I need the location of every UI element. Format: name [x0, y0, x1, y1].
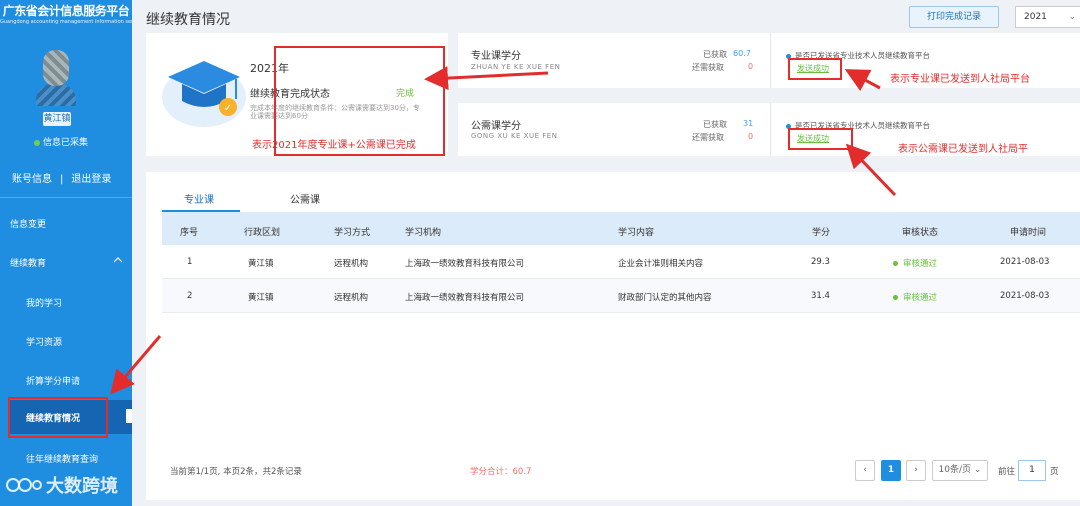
avatar-head — [43, 50, 69, 86]
annotation-box-nav — [8, 397, 108, 438]
professional-title: 专业课学分 — [471, 51, 521, 62]
goto-label: 前往 — [998, 467, 1016, 477]
logout-link[interactable]: 退出登录 — [71, 174, 111, 185]
public-remaining-value: 0 — [748, 132, 754, 141]
cell-date: 2021-08-03 — [1000, 291, 1050, 301]
nav-continuing-edu[interactable]: 继续教育 — [10, 256, 46, 269]
graduation-cap-icon: ✓ — [162, 61, 246, 127]
col-date: 申请时间 — [1010, 228, 1047, 238]
cell-credit: 31.4 — [811, 291, 830, 301]
app-title: 广东省会计信息服务平台 — [2, 4, 130, 18]
success-dot-icon — [893, 295, 898, 300]
cell-content: 财政部门认定的其他内容 — [618, 293, 712, 303]
col-status: 审核状态 — [902, 228, 939, 238]
cell-mode: 远程机构 — [334, 259, 369, 269]
col-region: 行政区划 — [244, 228, 281, 238]
chevron-down-icon: ⌄ — [973, 465, 982, 475]
public-title: 公需课学分 — [471, 121, 521, 132]
cell-status: 审核通过 — [893, 291, 937, 303]
collected-label: 信息已采集 — [43, 138, 89, 148]
page-size-select[interactable]: 10条/页 ⌄ — [932, 460, 988, 481]
annotation-note-completion: 表示2021年度专业课+公需课已完成 — [252, 140, 416, 151]
col-content: 学习内容 — [618, 228, 655, 238]
prev-page-button[interactable]: ‹ — [855, 460, 875, 481]
cell-no: 2 — [187, 291, 193, 301]
cell-date: 2021-08-03 — [1000, 257, 1050, 267]
nav-credit-apply[interactable]: 折算学分申请 — [26, 374, 80, 387]
cell-region: 黄江镇 — [248, 293, 274, 303]
year-select-value: 2021 — [1024, 12, 1047, 22]
public-earned-value: 31 — [743, 119, 754, 128]
col-no: 序号 — [180, 228, 199, 238]
page-title: 继续教育情况 — [146, 12, 230, 28]
cell-status-text: 审核通过 — [903, 259, 938, 269]
professional-earned-value: 60.7 — [733, 49, 751, 58]
page-info: 当前第1/1页, 本页2条，共2条记录 — [170, 467, 302, 477]
account-info-link[interactable]: 账号信息 — [12, 174, 52, 185]
cell-region: 黄江镇 — [248, 259, 274, 269]
account-separator: | — [60, 174, 64, 185]
cell-org: 上海政一绩效教育科技有限公司 — [405, 259, 525, 269]
user-name-badge: 黄江镇 — [43, 112, 71, 126]
cell-content: 企业会计准则相关内容 — [618, 259, 704, 269]
avatar-shoulders — [36, 84, 76, 106]
professional-pinyin: ZHUAN YE KE XUE FEN — [471, 63, 561, 71]
watermark-logo-icon — [6, 478, 42, 492]
cell-mode: 远程机构 — [334, 293, 369, 303]
current-page-button[interactable]: 1 — [881, 460, 901, 481]
public-pinyin: GONG XU KE XUE FEN — [471, 132, 558, 140]
cell-org: 上海政一绩效教育科技有限公司 — [405, 293, 525, 303]
chevron-up-icon[interactable] — [113, 256, 123, 267]
avatar[interactable] — [36, 50, 76, 106]
cell-status: 审核通过 — [893, 257, 937, 269]
nav-history[interactable]: 往年继续教育查询 — [26, 452, 98, 465]
page-size-value: 10条/页 — [938, 465, 972, 475]
professional-remaining-value: 0 — [748, 62, 754, 71]
watermark-text: 大数跨境 — [46, 476, 118, 497]
next-page-button[interactable]: › — [906, 460, 926, 481]
col-mode: 学习方式 — [334, 228, 371, 238]
print-record-button[interactable]: 打印完成记录 — [909, 6, 999, 28]
tab-professional[interactable]: 专业课 — [184, 191, 214, 206]
app-subtitle: Guangdong accounting management informat… — [0, 19, 132, 25]
page-suffix: 页 — [1050, 467, 1059, 477]
active-marker — [126, 409, 132, 423]
svg-text:✓: ✓ — [224, 103, 232, 114]
professional-earned-label: 已获取 — [703, 50, 727, 59]
col-org: 学习机构 — [405, 228, 442, 238]
annotation-box-professional-send — [788, 58, 842, 80]
annotation-box-public-send — [788, 128, 853, 150]
tab-public[interactable]: 公需课 — [290, 191, 320, 206]
chevron-down-icon: ⌄ — [1068, 12, 1076, 22]
public-earned-label: 已获取 — [703, 120, 727, 129]
nav-resources[interactable]: 学习资源 — [26, 335, 62, 348]
collected-status: 信息已采集 — [34, 135, 88, 148]
cell-no: 1 — [187, 257, 193, 267]
year-select[interactable]: 2021 ⌄ — [1015, 6, 1080, 28]
annotation-note-public: 表示公需课已发送到人社局平 — [898, 144, 1028, 155]
col-credit: 学分 — [812, 228, 831, 238]
success-dot-icon — [893, 261, 898, 266]
cell-credit: 29.3 — [811, 257, 830, 267]
nav-info-change[interactable]: 信息变更 — [10, 217, 46, 230]
status-dot-icon — [34, 139, 40, 146]
nav-my-study[interactable]: 我的学习 — [26, 296, 62, 309]
public-remaining-label: 还需获取 — [692, 133, 724, 142]
credit-total: 学分合计：60.7 — [470, 467, 532, 477]
account-row: 账号信息 | 退出登录 — [12, 170, 111, 185]
goto-page-input[interactable]: 1 — [1018, 460, 1046, 481]
cell-status-text: 审核通过 — [903, 293, 938, 303]
sidebar-divider — [0, 197, 132, 198]
annotation-note-professional: 表示专业课已发送到人社局平台 — [890, 74, 1030, 85]
professional-remaining-label: 还需获取 — [692, 63, 724, 72]
